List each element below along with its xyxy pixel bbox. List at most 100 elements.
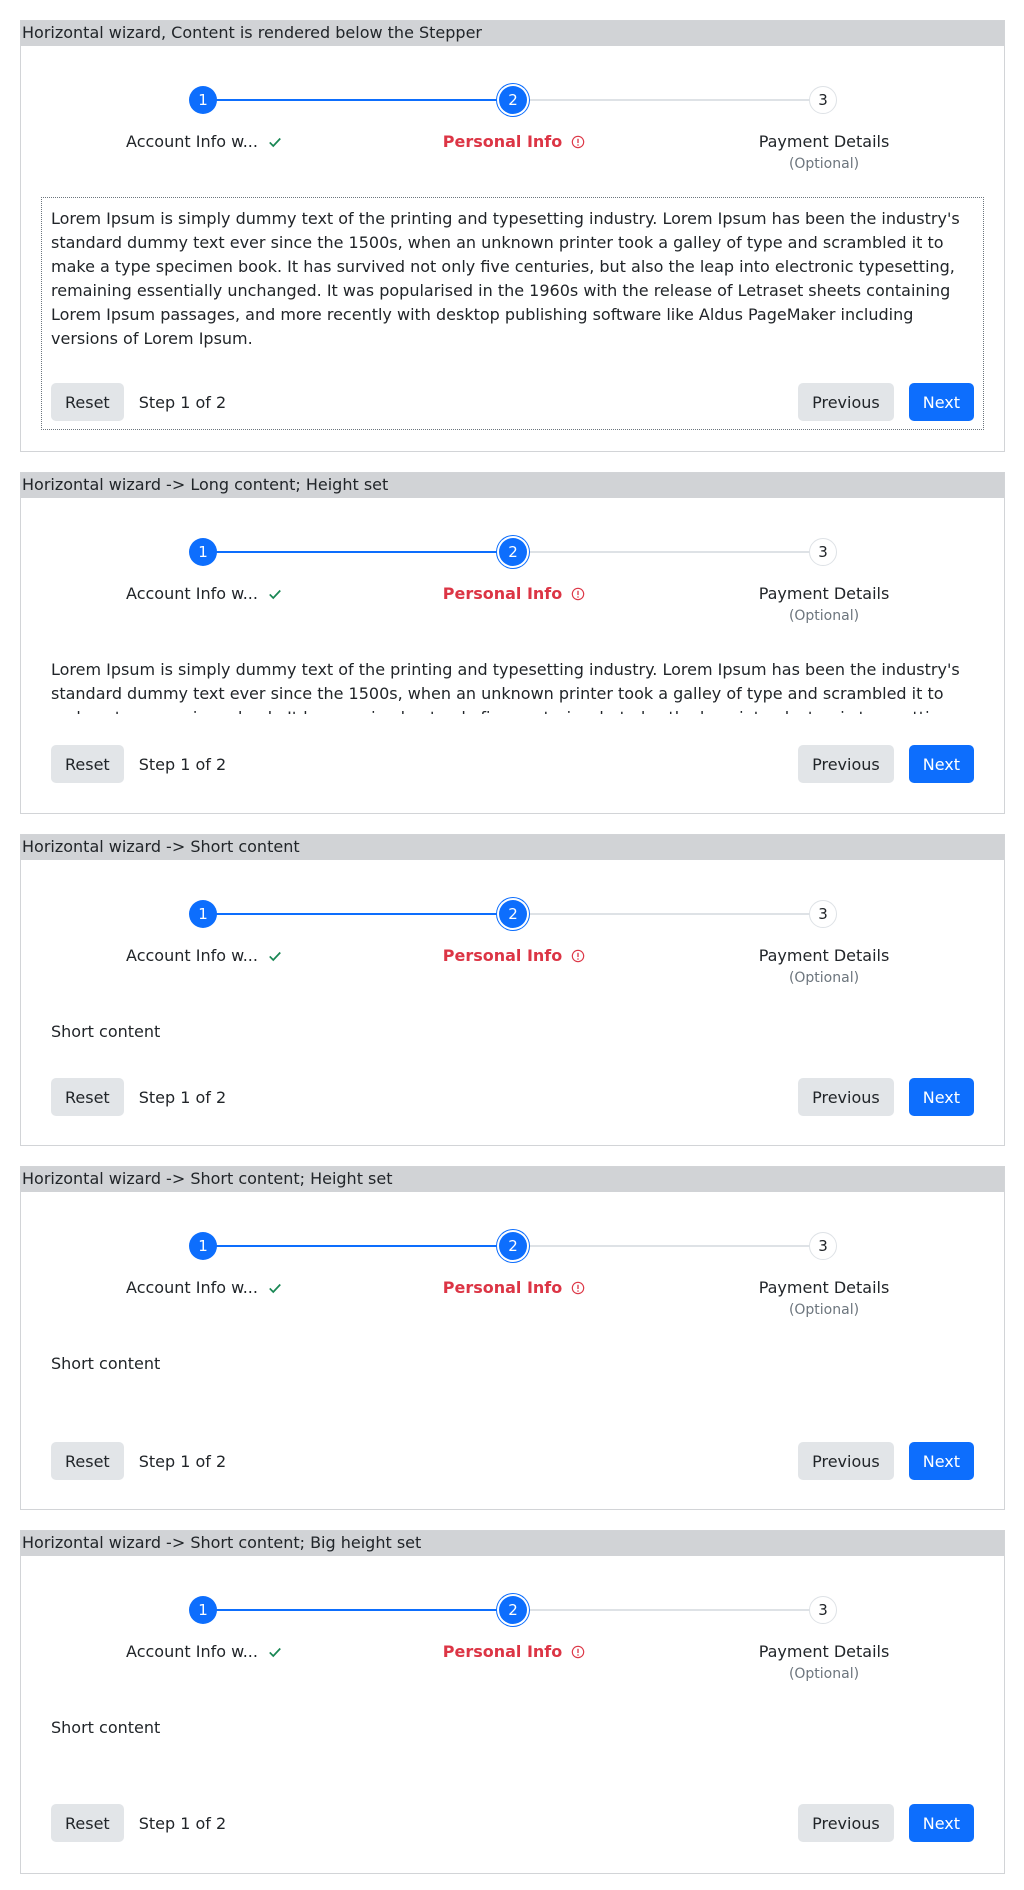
wizard-footer: Reset Step 1 of 2 Previous Next: [51, 383, 974, 421]
exclamation-circle-icon: [572, 1645, 585, 1659]
step-1-label[interactable]: Account Info w...: [121, 132, 287, 152]
wizard-long-content-height-set: Horizontal wizard -> Long content; Heigh…: [20, 472, 1005, 814]
stepper: 1 2 3 Account Info w... Personal Info Pa…: [21, 1556, 1004, 1682]
step-3-optional-note: (Optional): [788, 608, 860, 624]
step-count: Step 1 of 2: [138, 1813, 227, 1833]
step-count: Step 1 of 2: [138, 754, 227, 774]
step-1-indicator[interactable]: 1: [189, 86, 217, 114]
step-2-label[interactable]: Personal Info: [431, 1278, 597, 1298]
check-icon: [269, 1283, 281, 1294]
previous-button[interactable]: Previous: [798, 1804, 894, 1842]
step-2-label-text: Personal Info: [442, 1642, 563, 1661]
wizard-short-content: Horizontal wizard -> Short content 1 2 3…: [20, 834, 1005, 1146]
exclamation-circle-icon: [572, 135, 585, 149]
content-container: Lorem Ipsum is simply dummy text of the …: [41, 197, 984, 430]
step-count: Step 1 of 2: [138, 1087, 227, 1107]
step-3-indicator[interactable]: 3: [809, 538, 837, 566]
check-icon: [269, 589, 281, 600]
stepper-track-completed: [204, 913, 514, 915]
reset-button[interactable]: Reset: [51, 1804, 124, 1842]
step-1-indicator[interactable]: 1: [189, 1596, 217, 1624]
content-text: Lorem Ipsum is simply dummy text of the …: [51, 660, 960, 714]
wizard-content-below-stepper: Horizontal wizard, Content is rendered b…: [20, 20, 1005, 452]
step-1-indicator[interactable]: 1: [189, 538, 217, 566]
stepper-track-pending: [514, 1245, 824, 1247]
reset-button[interactable]: Reset: [51, 745, 124, 783]
check-icon: [269, 137, 281, 148]
step-1-label-text: Account Info w...: [126, 1642, 258, 1661]
step-1-label[interactable]: Account Info w...: [121, 1642, 287, 1662]
content-text: Lorem Ipsum is simply dummy text of the …: [51, 209, 960, 348]
wizard-footer: Reset Step 1 of 2 Previous Next: [51, 1804, 974, 1842]
step-2-label[interactable]: Personal Info: [431, 1642, 597, 1662]
step-3-label[interactable]: Payment Details: [721, 584, 927, 604]
step-2-label-text: Personal Info: [442, 132, 563, 151]
exclamation-circle-icon: [572, 949, 585, 963]
stepper-track-pending: [514, 99, 824, 101]
step-3-label[interactable]: Payment Details: [721, 132, 927, 152]
step-2-indicator[interactable]: 2: [499, 538, 527, 566]
reset-button[interactable]: Reset: [51, 383, 124, 421]
step-3-indicator[interactable]: 3: [809, 1232, 837, 1260]
step-2-indicator[interactable]: 2: [499, 1596, 527, 1624]
content-text: Short content: [51, 1354, 161, 1373]
step-1-label[interactable]: Account Info w...: [121, 584, 287, 604]
next-button[interactable]: Next: [908, 1442, 974, 1480]
step-2-indicator[interactable]: 2: [499, 900, 527, 928]
content-area: Short content: [51, 1716, 974, 1740]
previous-button[interactable]: Previous: [798, 1442, 894, 1480]
step-2-label[interactable]: Personal Info: [431, 946, 597, 966]
step-1-indicator[interactable]: 1: [189, 900, 217, 928]
wizard-title: Horizontal wizard -> Short content; Heig…: [21, 1167, 1004, 1192]
step-3-label[interactable]: Payment Details: [721, 946, 927, 966]
content-area: Short content: [51, 1020, 974, 1044]
wizard-title: Horizontal wizard -> Short content; Big …: [21, 1531, 1004, 1556]
stepper-track-completed: [204, 1245, 514, 1247]
step-1-label[interactable]: Account Info w...: [121, 946, 287, 966]
next-button[interactable]: Next: [908, 383, 974, 421]
stepper: 1 2 3 Account Info w... Personal Info Pa…: [21, 46, 1004, 172]
step-1-indicator[interactable]: 1: [189, 1232, 217, 1260]
next-button[interactable]: Next: [908, 745, 974, 783]
exclamation-circle-icon: [572, 587, 585, 601]
wizard-footer: Reset Step 1 of 2 Previous Next: [51, 1078, 974, 1116]
step-2-label-text: Personal Info: [442, 1278, 563, 1297]
step-3-indicator[interactable]: 3: [809, 1596, 837, 1624]
check-icon: [269, 951, 281, 962]
step-1-label-text: Account Info w...: [126, 584, 258, 603]
step-3-indicator[interactable]: 3: [809, 900, 837, 928]
reset-button[interactable]: Reset: [51, 1078, 124, 1116]
step-2-indicator[interactable]: 2: [499, 1232, 527, 1260]
previous-button[interactable]: Previous: [798, 1078, 894, 1116]
step-1-label-text: Account Info w...: [126, 132, 258, 151]
step-3-optional-note: (Optional): [788, 156, 860, 172]
wizard-title: Horizontal wizard -> Short content: [21, 835, 1004, 860]
wizard-short-content-height-set: Horizontal wizard -> Short content; Heig…: [20, 1166, 1005, 1510]
step-count: Step 1 of 2: [138, 1451, 227, 1471]
step-3-label[interactable]: Payment Details: [721, 1642, 927, 1662]
step-3-indicator[interactable]: 3: [809, 86, 837, 114]
step-2-label-text: Personal Info: [442, 946, 563, 965]
next-button[interactable]: Next: [908, 1078, 974, 1116]
step-2-label[interactable]: Personal Info: [431, 584, 597, 604]
content-scroll-area[interactable]: Lorem Ipsum is simply dummy text of the …: [51, 658, 974, 714]
wizard-footer: Reset Step 1 of 2 Previous Next: [51, 1442, 974, 1480]
reset-button[interactable]: Reset: [51, 1442, 124, 1480]
previous-button[interactable]: Previous: [798, 745, 894, 783]
step-count: Step 1 of 2: [138, 392, 227, 412]
step-1-label[interactable]: Account Info w...: [121, 1278, 287, 1298]
previous-button[interactable]: Previous: [798, 383, 894, 421]
check-icon: [269, 1647, 281, 1658]
step-2-indicator[interactable]: 2: [499, 86, 527, 114]
step-2-label[interactable]: Personal Info: [431, 132, 597, 152]
stepper-track-completed: [204, 1609, 514, 1611]
next-button[interactable]: Next: [908, 1804, 974, 1842]
stepper: 1 2 3 Account Info w... Personal Info Pa…: [21, 498, 1004, 624]
stepper: 1 2 3 Account Info w... Personal Info Pa…: [21, 1192, 1004, 1318]
stepper-track-pending: [514, 1609, 824, 1611]
content-area: Short content: [51, 1352, 974, 1376]
wizard-title: Horizontal wizard -> Long content; Heigh…: [21, 473, 1004, 498]
stepper-track-pending: [514, 913, 824, 915]
step-3-label[interactable]: Payment Details: [721, 1278, 927, 1298]
step-3-optional-note: (Optional): [788, 970, 860, 986]
